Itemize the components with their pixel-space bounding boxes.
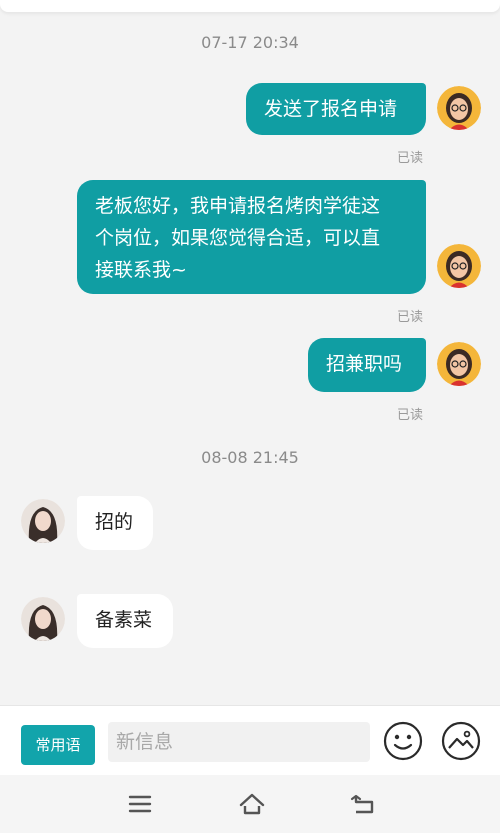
avatar-cartoon-woman-icon <box>437 342 481 386</box>
my-avatar[interactable] <box>437 86 481 130</box>
message-text: 备素菜 <box>95 609 153 631</box>
avatar-cartoon-woman-icon <box>437 86 481 130</box>
message-text: 招的 <box>95 511 134 533</box>
message-text: 发送了报名申请 <box>264 98 398 120</box>
my-avatar[interactable] <box>437 342 481 386</box>
message-input[interactable] <box>108 722 370 762</box>
message-text-line: 老板您好，我申请报名烤肉学徒这 <box>95 195 381 217</box>
image-icon[interactable] <box>440 720 482 762</box>
message-text-line: 个岗位，如果您觉得合适，可以直 <box>95 227 381 249</box>
contact-avatar[interactable] <box>21 597 65 641</box>
message-composer: 常用语 <box>0 705 500 776</box>
system-navigation-bar <box>0 775 500 833</box>
my-avatar[interactable] <box>437 244 481 288</box>
menu-icon[interactable] <box>126 792 154 816</box>
read-receipt: 已读 <box>396 151 423 166</box>
read-receipt: 已读 <box>396 310 423 325</box>
contact-avatar[interactable] <box>21 499 65 543</box>
common-phrases-button[interactable]: 常用语 <box>21 725 95 765</box>
message-text: 招兼职吗 <box>326 353 403 375</box>
outgoing-message-bubble[interactable]: 招兼职吗 <box>308 338 426 392</box>
read-receipt: 已读 <box>396 408 423 423</box>
outgoing-message-bubble[interactable]: 老板您好，我申请报名烤肉学徒这 个岗位，如果您觉得合适，可以直 接联系我~ <box>77 180 426 294</box>
avatar-cartoon-woman-icon <box>437 244 481 288</box>
outgoing-message-bubble[interactable]: 发送了报名申请 <box>246 83 426 135</box>
smiley-face-icon[interactable] <box>382 720 424 762</box>
avatar-photo-woman-icon <box>21 597 65 641</box>
incoming-message-bubble[interactable]: 招的 <box>77 496 153 550</box>
home-icon[interactable] <box>238 792 266 816</box>
timestamp: 08-08 21:45 <box>201 448 299 467</box>
message-text-line: 接联系我~ <box>95 259 187 281</box>
header-edge <box>0 0 500 12</box>
timestamp: 07-17 20:34 <box>201 33 299 52</box>
avatar-photo-woman-icon <box>21 499 65 543</box>
back-icon[interactable] <box>350 792 378 816</box>
incoming-message-bubble[interactable]: 备素菜 <box>77 594 173 648</box>
